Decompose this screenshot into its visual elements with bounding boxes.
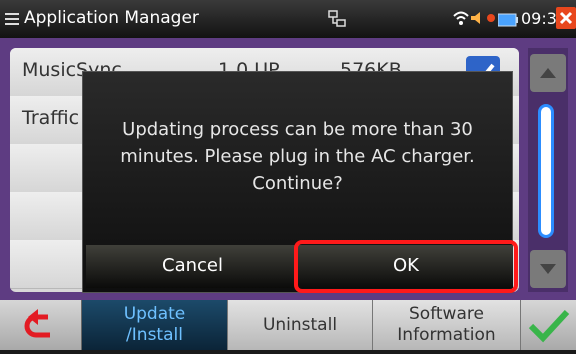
checkmark-icon xyxy=(528,309,570,343)
volume-icon xyxy=(470,10,486,26)
network-icon xyxy=(328,10,346,28)
tab-label-line: Software xyxy=(409,304,484,324)
arrow-down-icon xyxy=(540,264,556,274)
tab-uninstall[interactable]: Uninstall xyxy=(227,300,372,350)
app-title: Application Manager xyxy=(24,8,199,28)
tab-software-information[interactable]: Software Information xyxy=(372,300,520,350)
dialog-message-line: minutes. Please plug in the AC charger. xyxy=(120,146,475,167)
arrow-up-icon xyxy=(540,68,556,78)
tab-label: Update /Install xyxy=(82,304,227,346)
battery-icon xyxy=(497,12,518,27)
tab-update-install[interactable]: Update /Install xyxy=(82,300,227,350)
scroll-up-button[interactable] xyxy=(530,54,566,92)
cancel-label: Cancel xyxy=(162,255,223,276)
record-icon xyxy=(486,10,496,26)
tab-label-line: Information xyxy=(397,325,496,345)
scroll-thumb[interactable] xyxy=(538,104,554,238)
dialog-message-line: Continue? xyxy=(252,173,343,194)
tab-label: Uninstall xyxy=(262,315,338,335)
scroll-down-button[interactable] xyxy=(530,250,566,288)
app-name: Traffic xyxy=(22,107,80,129)
app-menu-icon[interactable] xyxy=(4,11,20,27)
cancel-button[interactable]: Cancel xyxy=(86,245,299,288)
confirm-button[interactable] xyxy=(520,300,576,350)
tab-label-line: Update xyxy=(123,304,186,324)
close-icon xyxy=(559,11,573,25)
tab-label: Software Information xyxy=(373,304,520,346)
tab-label-line: /Install xyxy=(126,325,183,345)
dialog-message: Updating process can be more than 30 min… xyxy=(83,116,512,197)
back-button[interactable] xyxy=(0,300,82,350)
highlight-box xyxy=(294,240,518,293)
wifi-icon xyxy=(452,9,470,27)
back-arrow-icon xyxy=(24,309,50,338)
close-button[interactable] xyxy=(556,7,576,29)
dialog-message-line: Updating process can be more than 30 xyxy=(122,119,473,140)
